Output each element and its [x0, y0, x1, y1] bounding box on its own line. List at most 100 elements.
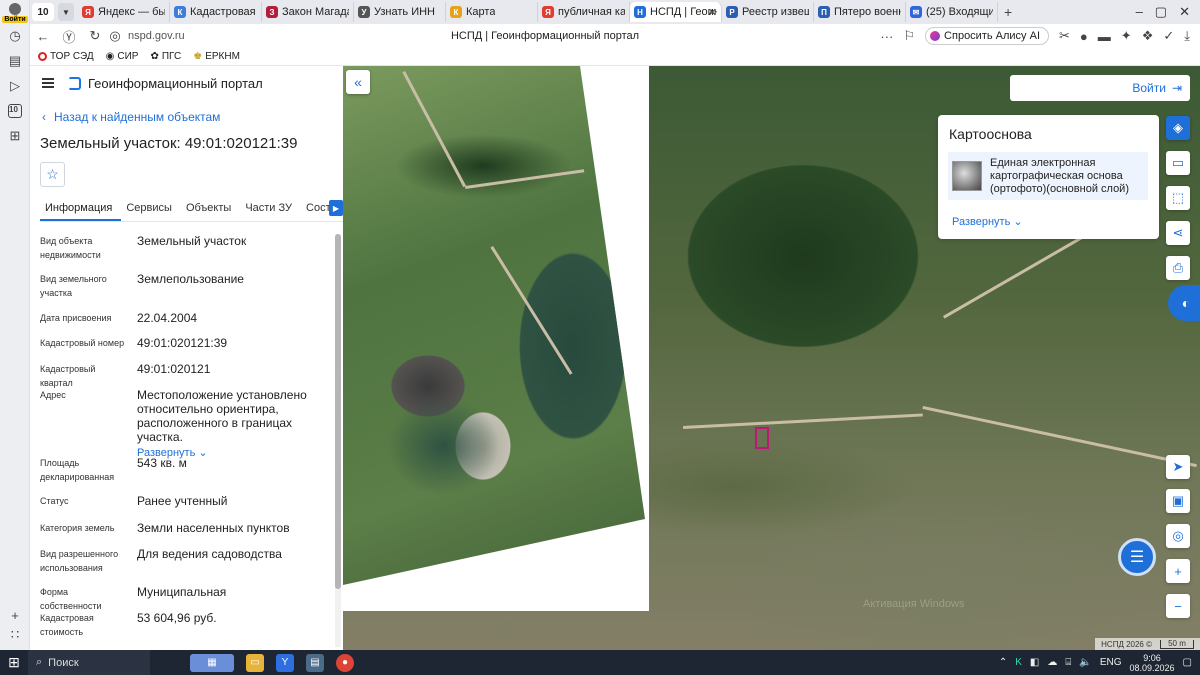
site-info-icon[interactable]: ◎ — [108, 28, 122, 44]
scrollbar-thumb[interactable] — [335, 234, 341, 589]
favorite-button[interactable]: ☆ — [40, 162, 65, 187]
map-login-button[interactable]: Войти ⇥ — [1010, 75, 1190, 101]
browser-tab[interactable]: Р Реестр извещений — [722, 2, 814, 22]
browser-tab[interactable]: ННСПД | Геоинф✕ — [630, 2, 722, 22]
more-icon[interactable]: ··· — [880, 29, 893, 44]
share-button[interactable]: ⋖ — [1166, 221, 1190, 245]
chat-button[interactable]: ☰ — [1118, 538, 1156, 576]
browser-tab[interactable]: К Кадастровая карта — [170, 2, 262, 22]
network-icon[interactable]: ⌸ — [1065, 657, 1071, 668]
history-icon[interactable]: ◷ — [5, 26, 25, 46]
basemap-expand-link[interactable]: Развернуть ⌄ — [952, 215, 1023, 228]
tab-objects[interactable]: Объекты — [181, 196, 240, 221]
bookmark-sir[interactable]: ◉ СИР — [106, 51, 139, 62]
avatar-icon — [9, 3, 21, 15]
tab-services[interactable]: Сервисы — [121, 196, 181, 221]
close-tab-icon[interactable]: ✕ — [708, 6, 717, 19]
bookmark-icon[interactable]: ⚐ — [903, 28, 915, 44]
tab-counter[interactable]: 10 — [32, 3, 54, 21]
volume-icon[interactable]: 🔈 — [1079, 657, 1091, 668]
chevron-right-icon[interactable]: ▶ — [329, 200, 343, 216]
new-tab-icon[interactable]: + — [1004, 4, 1012, 20]
basemap-layer-item[interactable]: Единая электронная картографическая осно… — [948, 152, 1148, 200]
media-icon[interactable]: ▷ — [5, 76, 25, 96]
attribution-text: НСПД 2026 © — [1101, 639, 1152, 649]
tab-information[interactable]: Информация — [40, 196, 122, 221]
scale-bar: 50 m — [1160, 639, 1194, 649]
zoom-in-button[interactable]: + — [1166, 559, 1190, 583]
bookmark-erknm[interactable]: ♚ ЕРКНМ — [193, 51, 240, 62]
browser-tab[interactable]: У Узнать ИНН — [354, 2, 446, 22]
minimize-icon[interactable]: – — [1136, 4, 1143, 20]
gps-button[interactable]: ◎ — [1166, 524, 1190, 548]
extensions-icon[interactable]: ✦ — [1121, 28, 1132, 44]
browser-tab[interactable]: З Закон Магаданской — [262, 2, 354, 22]
map-view[interactable]: « Войти ⇥ Картооснова Единая электронная… — [343, 66, 1200, 650]
add-panel-icon[interactable]: + — [5, 605, 25, 625]
notifications-icon[interactable]: ▢ — [1183, 657, 1192, 668]
extension-icon[interactable]: ❖ — [1142, 28, 1154, 44]
collapse-panel-button[interactable]: « — [346, 70, 370, 94]
bookmark-pgs[interactable]: ✿ ПГС — [150, 51, 181, 62]
url-field[interactable]: nspd.gov.ru — [128, 30, 185, 42]
tabs-count-icon[interactable]: 10 — [5, 101, 25, 121]
assistant-badge[interactable]: ◐ — [1168, 285, 1200, 321]
locate-button[interactable]: ➤ — [1166, 455, 1190, 479]
browser-tab[interactable]: ✉ (25) Входящие - — [906, 2, 998, 22]
browser-tab[interactable]: К Карта — [446, 2, 538, 22]
zoom-out-button[interactable]: − — [1166, 594, 1190, 618]
browser-tab[interactable]: П Пятеро военных — [814, 2, 906, 22]
chrome-icon[interactable]: ● — [336, 653, 354, 672]
windows-start-icon[interactable]: ⊞ — [0, 654, 28, 671]
file-explorer-icon[interactable]: ▭ — [246, 653, 264, 672]
windows-watermark: Активация Windows — [863, 598, 965, 610]
chevron-up-icon[interactable]: ⌃ — [999, 657, 1007, 668]
extension-icon[interactable]: ● — [1080, 29, 1088, 44]
minus-icon: − — [1174, 598, 1182, 614]
basemap-panel: Картооснова Единая электронная картограф… — [938, 115, 1159, 239]
tab-favicon-icon: К — [450, 6, 462, 18]
panel-scrollbar[interactable] — [335, 234, 341, 647]
cloud-icon[interactable]: ☁ — [1047, 657, 1057, 668]
download-icon[interactable]: ⤓ — [1184, 28, 1190, 44]
back-to-results-link[interactable]: ‹ Назад к найденным объектам — [42, 110, 220, 124]
property-value: Землепользование — [137, 272, 244, 286]
app-icon[interactable]: ▤ — [306, 653, 324, 672]
browser-tab[interactable]: Япубличная кадастр — [538, 2, 630, 22]
browser-login-button[interactable]: Войти — [2, 2, 28, 24]
maximize-icon[interactable]: ▢ — [1155, 4, 1167, 20]
tray-app-icon[interactable]: K — [1015, 657, 1022, 668]
news-widget-icon[interactable]: ▦ — [190, 653, 234, 672]
basemap-title: Картооснова — [949, 126, 1032, 142]
yandex-icon[interactable]: Ⓨ — [56, 27, 82, 46]
chevron-down-icon[interactable]: ▼ — [58, 3, 74, 21]
parcel-boundary[interactable] — [755, 427, 769, 449]
tab-list: Я Яндекс — быстрый К Кадастровая карта З Зако… — [78, 2, 998, 22]
language-indicator[interactable]: ENG — [1100, 657, 1122, 668]
collections-icon[interactable]: ▤ — [5, 51, 25, 71]
minimap-icon: ▣ — [1171, 493, 1185, 508]
sidebar-settings-icon[interactable]: ∷ — [5, 625, 25, 645]
menu-icon[interactable] — [42, 78, 54, 88]
measure-tool-button[interactable]: ▭ — [1166, 151, 1190, 175]
taskbar-clock[interactable]: 9:06 08.09.2026 — [1130, 653, 1175, 673]
minimap-button[interactable]: ▣ — [1166, 489, 1190, 513]
layers-tool-button[interactable]: ◈ — [1166, 116, 1190, 140]
tray-app-icon[interactable]: ◧ — [1030, 657, 1039, 668]
yandex-browser-icon[interactable]: Y — [276, 653, 294, 672]
taskbar-search[interactable]: ⌕ Поиск — [28, 650, 150, 675]
back-arrow-icon[interactable]: ← — [30, 29, 56, 44]
tab-parts[interactable]: Части ЗУ — [240, 196, 301, 221]
print-button[interactable]: ⎙ — [1166, 256, 1190, 280]
select-area-button[interactable]: ⬚ — [1166, 186, 1190, 210]
extension-icon[interactable]: ✂ — [1059, 28, 1070, 44]
extension-icon[interactable]: ✓ — [1163, 28, 1174, 44]
alisa-button[interactable]: Спросить Алису AI — [925, 27, 1050, 45]
browser-tab[interactable]: Я Яндекс — быстрый — [78, 2, 170, 22]
bookmark-tor-sed[interactable]: ТОР СЭД — [38, 51, 94, 62]
close-icon[interactable]: ✕ — [1179, 4, 1190, 20]
reload-icon[interactable]: ↻ — [82, 28, 108, 44]
extension-icon[interactable]: ▬ — [1098, 29, 1111, 44]
property-value: 22.04.2004 — [137, 311, 198, 325]
apps-icon[interactable]: ⊞ — [5, 126, 25, 146]
